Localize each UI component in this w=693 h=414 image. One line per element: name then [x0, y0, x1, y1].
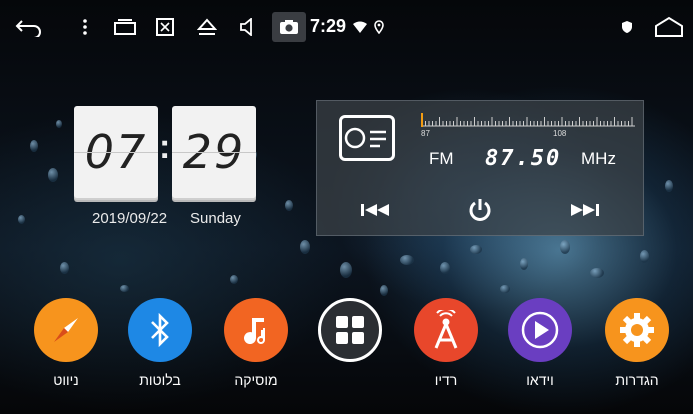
app-radio[interactable]: רדיו	[411, 298, 481, 388]
clock-colon: :	[159, 128, 171, 166]
app-music[interactable]: מוסיקה	[221, 298, 291, 388]
shield-icon	[618, 14, 636, 40]
scale-min: 87	[421, 129, 430, 138]
volume-icon[interactable]	[236, 14, 258, 40]
status-time: 7:29	[310, 16, 347, 36]
clock-date: 2019/09/22	[92, 210, 168, 227]
status-bar: 7:29	[0, 0, 693, 56]
app-label-music: מוסיקה	[234, 372, 278, 388]
app-label-settings: הגדרות	[615, 372, 659, 388]
radio-tower-icon[interactable]	[414, 298, 478, 362]
band-label: FM	[429, 149, 454, 168]
radio-widget[interactable]: 87 108 FM 87.50 MHz	[316, 100, 644, 236]
wifi-icon	[352, 14, 368, 40]
frequency-display: 87.50	[485, 146, 562, 171]
music-icon[interactable]	[224, 298, 288, 362]
app-settings[interactable]: הגדרות	[602, 298, 672, 388]
app-video[interactable]: וידאו	[505, 298, 575, 388]
previous-icon[interactable]	[357, 197, 393, 223]
scale-max: 108	[553, 129, 567, 138]
next-icon[interactable]	[567, 197, 603, 223]
back-icon[interactable]	[12, 14, 46, 40]
compass-icon[interactable]	[34, 298, 98, 362]
location-icon	[372, 14, 386, 40]
app-label-bluetooth: בלוטות	[139, 372, 181, 388]
app-drawer[interactable]	[315, 298, 385, 362]
clock-day: Sunday	[190, 210, 241, 227]
recent-apps-icon[interactable]	[112, 14, 138, 40]
power-icon[interactable]	[465, 197, 495, 223]
app-bluetooth[interactable]: בלוטות	[125, 298, 195, 388]
frequency-unit: MHz	[581, 149, 616, 168]
app-label-radio: רדיו	[434, 372, 458, 388]
clock-hours: 07	[74, 106, 158, 198]
radio-icon[interactable]	[339, 115, 395, 161]
app-navigation[interactable]: ניווט	[31, 298, 101, 388]
tuner-scale[interactable]	[421, 113, 635, 127]
app-grid-icon[interactable]	[318, 298, 382, 362]
more-icon[interactable]	[78, 14, 92, 40]
clock-minutes: 29	[172, 106, 256, 198]
play-icon[interactable]	[508, 298, 572, 362]
app-label-navigation: ניווט	[53, 372, 79, 388]
bluetooth-icon[interactable]	[128, 298, 192, 362]
app-label-video: וידאו	[526, 372, 554, 388]
camera-icon[interactable]	[278, 14, 300, 40]
home-icon[interactable]	[652, 14, 686, 40]
eject-icon[interactable]	[194, 14, 220, 40]
gear-icon[interactable]	[605, 298, 669, 362]
screenshot-icon[interactable]	[152, 14, 178, 40]
